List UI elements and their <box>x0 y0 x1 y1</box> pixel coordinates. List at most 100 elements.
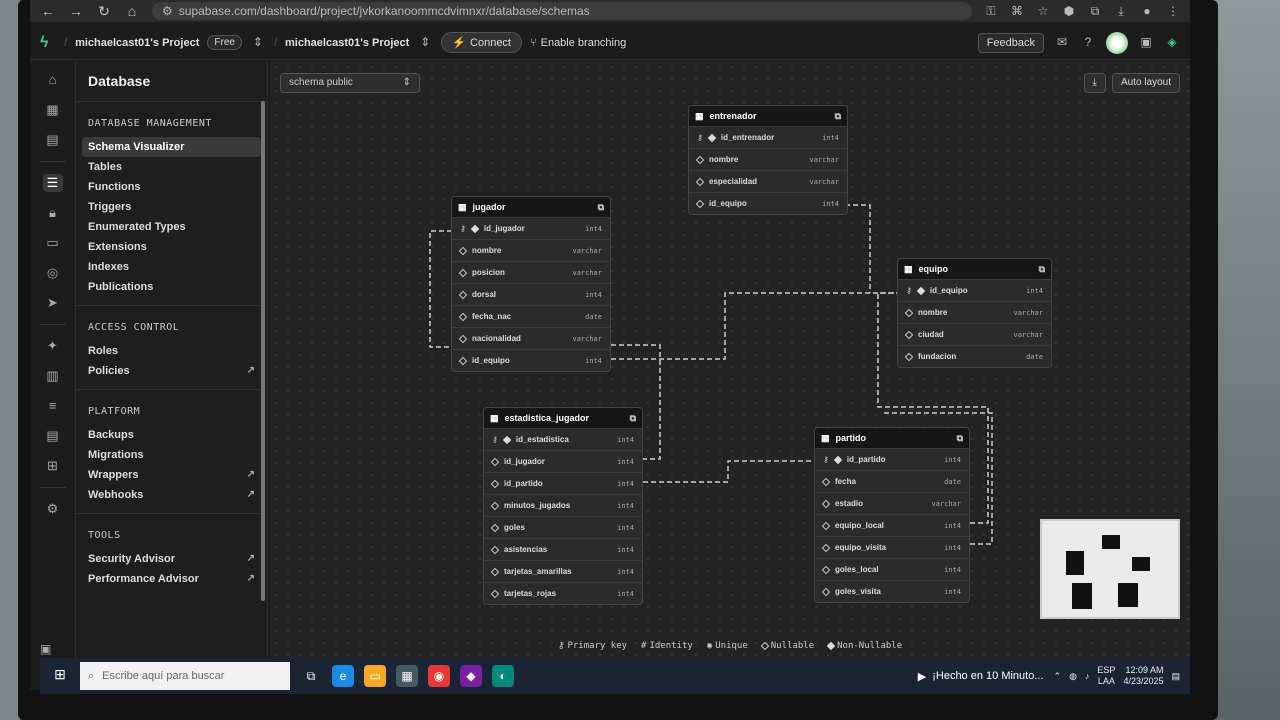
table-card-estadistica-jugador[interactable]: ▦ estadistica_jugador ⧉ ⚷ id_estadistica i… <box>483 407 643 605</box>
open-table-icon[interactable]: ⧉ <box>1039 264 1045 275</box>
column-name: fecha <box>835 477 856 486</box>
extension-icon[interactable]: ⬢ <box>1062 4 1076 18</box>
open-table-icon[interactable]: ⧉ <box>630 413 636 424</box>
address-bar[interactable]: ⚙ supabase.com/dashboard/project/jvkorka… <box>152 2 972 20</box>
forward-icon[interactable]: → <box>68 3 84 19</box>
sql-editor-icon[interactable]: ▤ <box>43 131 63 149</box>
chrome-icon[interactable]: ◉ <box>428 665 450 687</box>
column-type: int4 <box>585 224 602 233</box>
chevron-up-icon[interactable]: ⌃ <box>1054 671 1062 682</box>
chevron-updown-icon[interactable]: ⇕ <box>417 35 433 51</box>
menu-item-triggers[interactable]: Triggers <box>82 197 261 217</box>
table-card-partido[interactable]: ▦ partido ⧉ ⚷ id_partido int4 fecha date es… <box>814 427 970 603</box>
integrations-icon[interactable]: ⊞ <box>43 457 63 475</box>
table-card-equipo[interactable]: ▦ equipo ⧉ ⚷ id_equipo int4 nombre varchar … <box>897 258 1052 368</box>
menu-item-indexes[interactable]: Indexes <box>82 257 261 277</box>
table-editor-icon[interactable]: ▦ <box>43 101 63 119</box>
supabase-logo-icon[interactable]: ϟ <box>40 34 56 51</box>
puzzle-icon[interactable]: ⧉ <box>1088 4 1102 18</box>
clock[interactable]: 12:09 AM 4/23/2025 <box>1123 665 1163 687</box>
task-view-icon[interactable]: ⧉ <box>300 665 322 687</box>
assistant-icon[interactable]: ◈ <box>1164 35 1180 51</box>
edge-functions-icon[interactable]: ➤ <box>43 294 63 312</box>
language-indicator[interactable]: ESP LAA <box>1097 665 1115 687</box>
language-code: ESP <box>1097 665 1116 675</box>
menu-label: Performance Advisor <box>88 573 199 585</box>
table-card-entrenador[interactable]: ▦ entrenador ⧉ ⚷ id_entrenador int4 nombre… <box>688 105 848 215</box>
minimap[interactable] <box>1040 519 1180 619</box>
advisors-bulb-icon[interactable]: ✦ <box>43 337 63 355</box>
auto-layout-button[interactable]: Auto layout <box>1111 73 1180 93</box>
star-icon[interactable]: ☆ <box>1036 4 1050 18</box>
column-row: nombre varchar <box>689 148 847 170</box>
chevron-updown-icon[interactable]: ⇕ <box>250 35 266 51</box>
open-table-icon[interactable]: ⧉ <box>957 433 963 444</box>
menu-item-policies[interactable]: Policies ↗ <box>82 361 261 381</box>
settings-gear-icon[interactable]: ⚙ <box>43 500 63 518</box>
menu-item-roles[interactable]: Roles <box>82 341 261 361</box>
schema-canvas[interactable]: schema public ⇕ ⤓ Auto layout ▦ entrenad… <box>270 61 1190 661</box>
auth-lock-icon[interactable]: 🔒︎ <box>43 204 63 222</box>
open-table-icon[interactable]: ⧉ <box>835 111 841 122</box>
download-icon: ⤓ <box>1092 77 1097 88</box>
vscode-icon[interactable]: ◆ <box>460 665 482 687</box>
menu-icon[interactable]: ⋮ <box>1166 4 1180 18</box>
site-info-icon[interactable]: ⚙ <box>162 4 173 18</box>
table-header: ▦ jugador ⧉ <box>452 197 610 217</box>
notifications-icon[interactable]: ▤ <box>1171 671 1180 682</box>
taskbar-search[interactable]: ⌕ Escribe aquí para buscar <box>80 662 290 690</box>
menu-item-functions[interactable]: Functions <box>82 177 261 197</box>
app-icon[interactable]: ◐ <box>492 665 514 687</box>
avatar[interactable] <box>1106 31 1128 54</box>
menu-item-wrappers[interactable]: Wrappers ↗ <box>82 465 261 485</box>
file-explorer-icon[interactable]: ▭ <box>364 665 386 687</box>
menu-item-security-advisor[interactable]: Security Advisor ↗ <box>82 549 261 569</box>
table-card-jugador[interactable]: ▦ jugador ⧉ ⚷ id_jugador int4 nombre varcha… <box>451 196 611 372</box>
nullable-icon <box>760 641 770 651</box>
background-wall-left <box>0 0 20 720</box>
menu-item-migrations[interactable]: Migrations <box>82 445 261 465</box>
realtime-icon[interactable]: ◎ <box>43 264 63 282</box>
reload-icon[interactable]: ↻ <box>96 3 112 20</box>
menu-scrollbar[interactable] <box>261 101 265 601</box>
org-name[interactable]: michaelcast01's Project <box>75 37 199 49</box>
network-icon[interactable]: ◍ <box>1069 671 1077 682</box>
project-name[interactable]: michaelcast01's Project <box>285 37 409 49</box>
edge-icon[interactable]: e <box>332 665 354 687</box>
home-nav-icon[interactable]: ⌂ <box>43 71 63 89</box>
menu-item-enumerated-types[interactable]: Enumerated Types <box>82 217 261 237</box>
logs-icon[interactable]: ≡ <box>43 397 63 415</box>
schema-select[interactable]: schema public ⇕ <box>280 73 420 93</box>
key-icon[interactable]: ⚿ <box>984 4 998 18</box>
menu-label: Wrappers <box>88 469 139 481</box>
open-table-icon[interactable]: ⧉ <box>598 202 604 213</box>
menu-item-extensions[interactable]: Extensions <box>82 237 261 257</box>
download-button[interactable]: ⤓ <box>1083 73 1106 93</box>
download-icon[interactable]: ⤓ <box>1114 4 1128 18</box>
news-widget[interactable]: ▶ ¡Hecho en 10 Minuto... <box>918 670 1044 683</box>
profile-icon[interactable]: ● <box>1140 4 1154 18</box>
volume-icon[interactable]: ♪ <box>1085 671 1090 681</box>
help-icon[interactable]: ? <box>1080 35 1096 51</box>
terminal-icon[interactable]: ▣ <box>1138 35 1154 51</box>
inbox-icon[interactable]: ✉ <box>1054 35 1070 51</box>
storage-icon[interactable]: ▭ <box>43 234 63 252</box>
windows-start-icon[interactable]: ⊞ <box>50 666 70 686</box>
store-icon[interactable]: ▦ <box>396 665 418 687</box>
api-docs-icon[interactable]: ▤ <box>43 427 63 445</box>
menu-item-tables[interactable]: Tables <box>82 157 261 177</box>
menu-item-backups[interactable]: Backups <box>82 425 261 445</box>
menu-item-schema-visualizer[interactable]: Schema Visualizer <box>82 137 261 157</box>
menu-item-publications[interactable]: Publications <box>82 277 261 297</box>
collapse-sidebar-icon[interactable]: ▣ <box>40 642 51 656</box>
home-icon[interactable]: ⌂ <box>124 3 140 19</box>
menu-item-webhooks[interactable]: Webhooks ↗ <box>82 485 261 505</box>
reports-icon[interactable]: ▥ <box>43 367 63 385</box>
feedback-button[interactable]: Feedback <box>977 32 1044 53</box>
translate-icon[interactable]: ⌘ <box>1010 4 1024 18</box>
menu-item-performance-advisor[interactable]: Performance Advisor ↗ <box>82 569 261 589</box>
enable-branching-button[interactable]: ⑂ Enable branching <box>530 37 626 49</box>
database-icon[interactable]: ☰ <box>42 174 63 192</box>
back-icon[interactable]: ← <box>40 3 56 19</box>
connect-button[interactable]: ⚡ Connect <box>441 32 522 53</box>
